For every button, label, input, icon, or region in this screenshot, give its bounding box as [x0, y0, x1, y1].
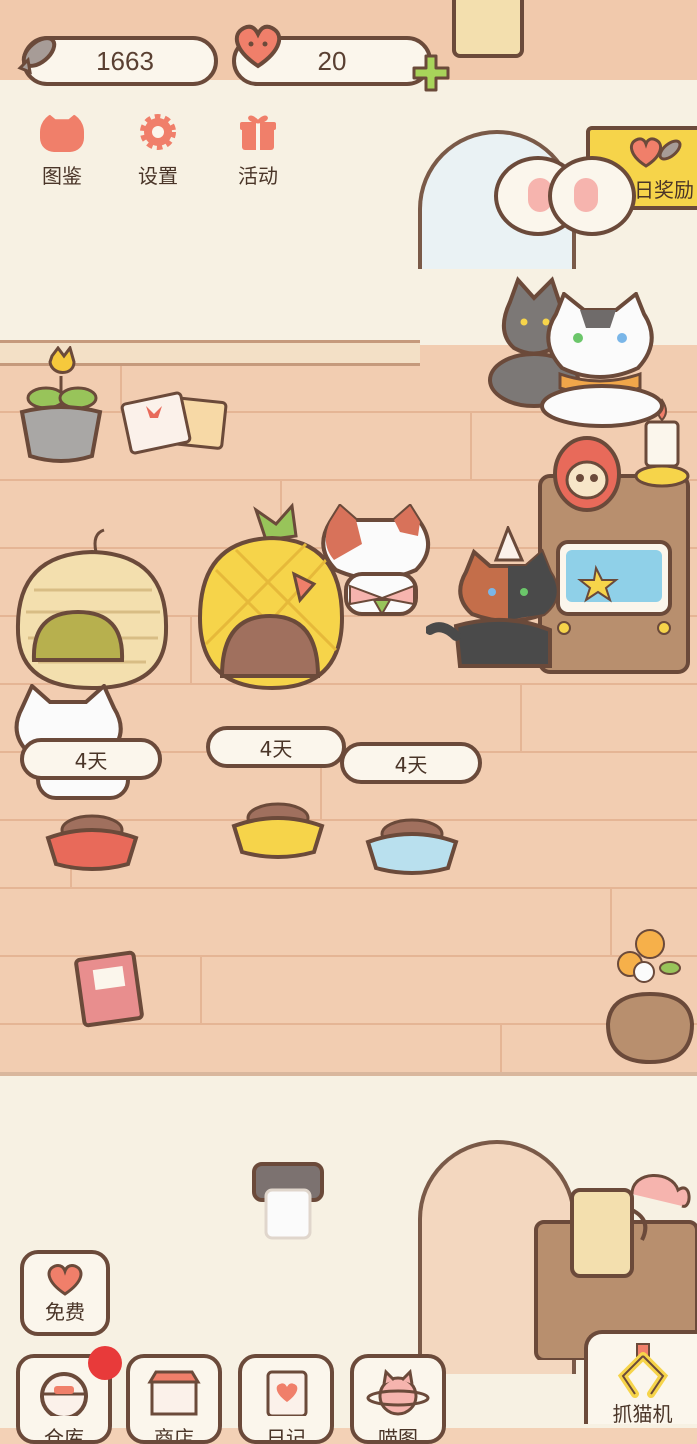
food-days-label: 4天 [206, 726, 346, 768]
food-days-label: 4天 [340, 742, 482, 784]
nav-diary[interactable]: 日记 [238, 1354, 334, 1444]
menu-label: 活动 [238, 164, 278, 188]
heart-icon [43, 1262, 87, 1296]
gear-icon [136, 112, 180, 152]
menu-label: 设置 [138, 164, 178, 188]
food-days-label: 4天 [20, 738, 162, 780]
storage-icon [36, 1368, 92, 1420]
nav-cat-map[interactable]: 喵图 [350, 1354, 446, 1444]
nav-label: 喵图 [378, 1426, 418, 1444]
diary-icon [258, 1368, 314, 1418]
notification-badge [88, 1346, 122, 1380]
tortie-cat-with-hat[interactable] [425, 524, 576, 670]
tulip-plant[interactable] [16, 344, 106, 466]
nav-label: 商店 [154, 1426, 194, 1444]
nav-shop[interactable]: 商店 [126, 1354, 222, 1444]
flower-pot[interactable] [600, 924, 697, 1068]
wall-dispenser [250, 1160, 326, 1242]
menu-label: 图鉴 [42, 164, 82, 188]
heart-icon [228, 18, 288, 72]
food-bowl-red[interactable] [44, 808, 140, 872]
free-label: 免费 [45, 1300, 85, 1324]
cat-planet-icon [366, 1368, 430, 1416]
food-bowl-yellow[interactable] [230, 796, 326, 860]
calico-cat-flying[interactable] [290, 502, 440, 628]
cat-speech-bubble[interactable] [548, 156, 636, 236]
nav-label: 仓库 [44, 1426, 84, 1444]
menu-button-settings[interactable]: 设置 [118, 112, 198, 202]
fish-amount: 1663 [96, 45, 154, 76]
calico-cat-with-scarf[interactable] [530, 290, 670, 428]
claw-machine-button[interactable]: 抓猫机 [584, 1330, 697, 1424]
heart-fish-icon [626, 134, 686, 170]
diary-book[interactable] [72, 950, 148, 1030]
dome-cat-bed[interactable] [12, 520, 172, 691]
menu-button-events[interactable]: 活动 [218, 112, 298, 202]
daruma-doll[interactable] [552, 432, 622, 512]
claw-icon [613, 1342, 673, 1398]
letters-decor[interactable] [120, 388, 230, 458]
add-hearts-icon[interactable] [410, 52, 452, 94]
free-button[interactable]: 免费 [20, 1250, 110, 1336]
shop-icon [146, 1368, 202, 1416]
scratch-post [452, 0, 524, 58]
menu-button-collection[interactable]: 图鉴 [22, 112, 102, 202]
nav-label: 日记 [266, 1426, 306, 1444]
heart-amount: 20 [317, 45, 347, 76]
cat-head-icon [40, 112, 84, 152]
fish-icon [12, 22, 66, 76]
food-bowl-blue[interactable] [364, 812, 460, 876]
gift-icon [236, 112, 280, 152]
claw-machine-label: 抓猫机 [612, 1402, 673, 1424]
